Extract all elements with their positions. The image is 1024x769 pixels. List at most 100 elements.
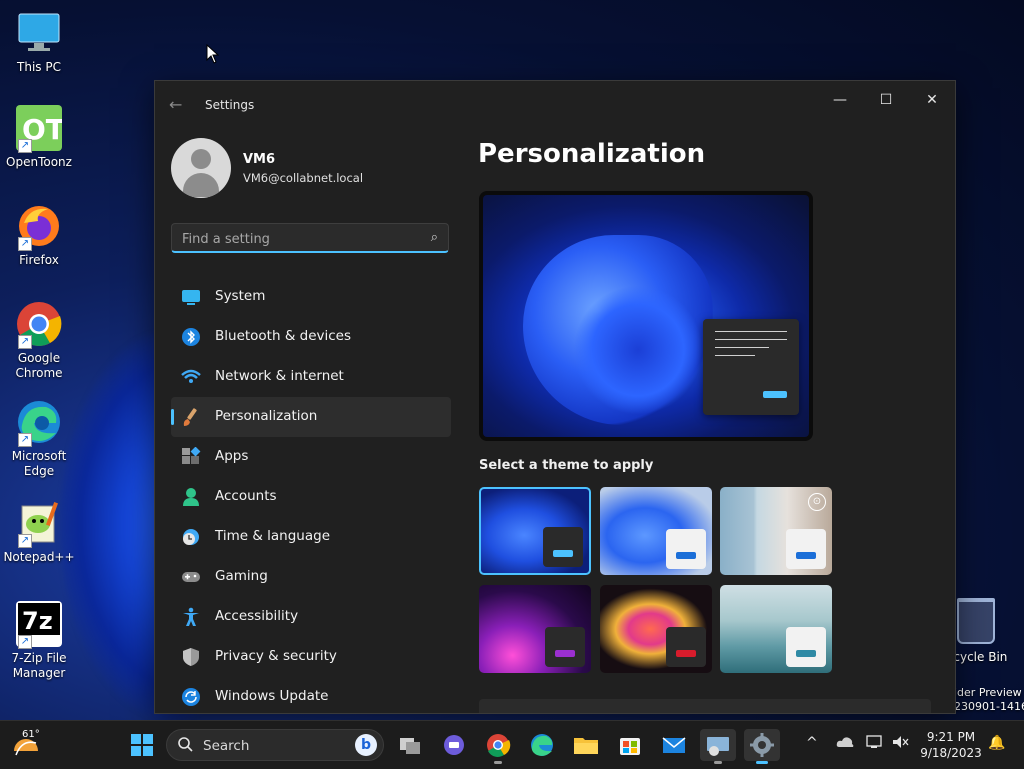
teams-chat-icon[interactable] [436,729,472,761]
settings-gear-icon[interactable] [744,729,780,764]
build-watermark: ider Preview 230901-1416 [954,686,1024,713]
sidebar-item-label: Time & language [215,528,331,544]
settings-window: ← Settings — ☐ ✕ VM6 VM6@collabnet.local… [154,80,956,714]
desktop-icon-chrome[interactable]: ↗ Google Chrome [2,301,76,381]
back-button[interactable]: ← [169,95,189,115]
recycle-bin-icon [957,598,995,644]
desktop-icon-label: Microsoft Edge [11,449,67,478]
search-icon: ⌕ [430,230,438,245]
volume-muted-icon[interactable] [892,735,910,753]
chrome-icon: ↗ [16,301,62,349]
desktop-icon-this-pc[interactable]: This PC [2,10,76,75]
weather-widget[interactable]: 61° [10,729,42,761]
sidebar-item-privacy[interactable]: Privacy & security [171,637,451,677]
maximize-button[interactable]: ☐ [863,85,909,115]
notepadpp-icon: ↗ [16,500,62,548]
title-bar[interactable]: ← Settings — ☐ ✕ [155,81,955,127]
sidebar-item-bluetooth[interactable]: Bluetooth & devices [171,317,451,357]
desktop-icon-label: 7-Zip File Manager [11,651,67,680]
mail-icon[interactable] [656,729,692,761]
theme-windows-light[interactable] [600,487,712,575]
desktop-icon-edge[interactable]: ↗ Microsoft Edge [2,399,76,479]
edge-icon[interactable] [524,729,560,761]
sidebar-item-label: Accounts [215,488,277,504]
monitor-icon [16,10,62,56]
edge-icon: ↗ [16,399,62,447]
sidebar-item-label: Network & internet [215,368,344,384]
minimize-button[interactable]: — [817,85,863,115]
wifi-icon [181,367,201,387]
desktop-icon-7zip[interactable]: 7z ↗ 7-Zip File Manager [2,601,76,681]
system-clock[interactable]: 9:21 PM 9/18/2023 [920,729,982,761]
close-button[interactable]: ✕ [909,85,955,115]
window-title: Settings [205,98,255,112]
network-icon[interactable] [866,735,884,753]
theme-windows-dark[interactable] [479,487,591,575]
chrome-icon[interactable] [480,729,516,764]
clock-time: 9:21 PM [926,730,976,744]
start-button[interactable] [124,729,160,761]
desktop-icon-opentoonz[interactable]: OT ↗ OpenToonz [2,105,76,170]
sidebar-item-time-language[interactable]: Time & language [171,517,451,557]
sidebar-item-label: Windows Update [215,688,329,704]
clock-date: 9/18/2023 [920,746,982,760]
sidebar-item-label: Accessibility [215,608,299,624]
desktop-icon-label: This PC [17,60,61,74]
sidebar-item-gaming[interactable]: Gaming [171,557,451,597]
notification-bell-icon[interactable]: 🔔 [988,735,1005,751]
file-explorer-icon[interactable] [568,729,604,761]
clock-globe-icon [181,527,201,547]
sidebar-item-windows-update[interactable]: Windows Update [171,677,451,713]
sidebar-item-label: Gaming [215,568,268,584]
tray-overflow-chevron[interactable]: ^ [806,735,818,751]
sidebar-item-label: Personalization [215,408,318,424]
desktop-icon-label: Firefox [19,253,59,267]
theme-flow[interactable] [720,585,832,673]
microsoft-store-icon[interactable] [612,729,648,761]
onedrive-icon[interactable] [836,735,854,753]
page-title: Personalization [478,139,706,169]
opentoonz-icon: OT ↗ [16,105,65,153]
sidebar-item-label: Privacy & security [215,648,337,664]
bing-icon[interactable]: b [355,734,377,756]
spotlight-icon: ⊙ [808,493,826,511]
mouse-cursor-icon [206,44,220,64]
accounts-icon [181,487,201,507]
user-profile[interactable]: VM6 VM6@collabnet.local [171,138,451,198]
task-view-button[interactable] [392,729,428,761]
theme-preview [479,191,813,441]
taskbar-search-label: Search [203,738,250,754]
settings-search[interactable]: ⌕ [171,223,449,253]
update-icon [181,687,201,707]
7zip-icon: 7z ↗ [16,601,62,649]
apps-icon [181,446,201,467]
theme-glow[interactable] [479,585,591,673]
sidebar-item-system[interactable]: System [171,277,451,317]
sidebar-item-accessibility[interactable]: Accessibility [171,597,451,637]
sidebar-item-apps[interactable]: Apps [171,437,451,477]
search-icon [177,736,193,756]
weather-temp: 61° [22,729,40,740]
gamepad-icon [181,567,201,587]
avatar [171,138,231,198]
svg-text:7z: 7z [22,607,53,635]
desktop-icon-firefox[interactable]: ↗ Firefox [2,203,76,268]
sidebar-item-network[interactable]: Network & internet [171,357,451,397]
theme-captured-motion[interactable] [600,585,712,673]
taskbar-search[interactable]: Search b [166,729,384,761]
theme-spotlight[interactable]: ⊙ [720,487,832,575]
sidebar-item-accounts[interactable]: Accounts [171,477,451,517]
desktop-icon-label: Notepad++ [3,550,75,564]
firefox-icon: ↗ [16,203,62,251]
sidebar-nav: System Bluetooth & devices Network & int… [171,277,451,713]
desktop-icon-notepadpp[interactable]: ↗ Notepad++ [2,500,76,565]
user-email: VM6@collabnet.local [243,171,364,185]
bluetooth-icon [181,327,201,347]
brush-icon [181,407,201,427]
desktop-icon-label: OpenToonz [6,155,72,169]
sidebar-item-label: Apps [215,448,249,464]
remote-desktop-icon[interactable] [700,729,736,764]
system-icon [181,287,201,307]
sidebar-item-personalization[interactable]: Personalization [171,397,451,437]
search-input[interactable] [180,229,414,249]
